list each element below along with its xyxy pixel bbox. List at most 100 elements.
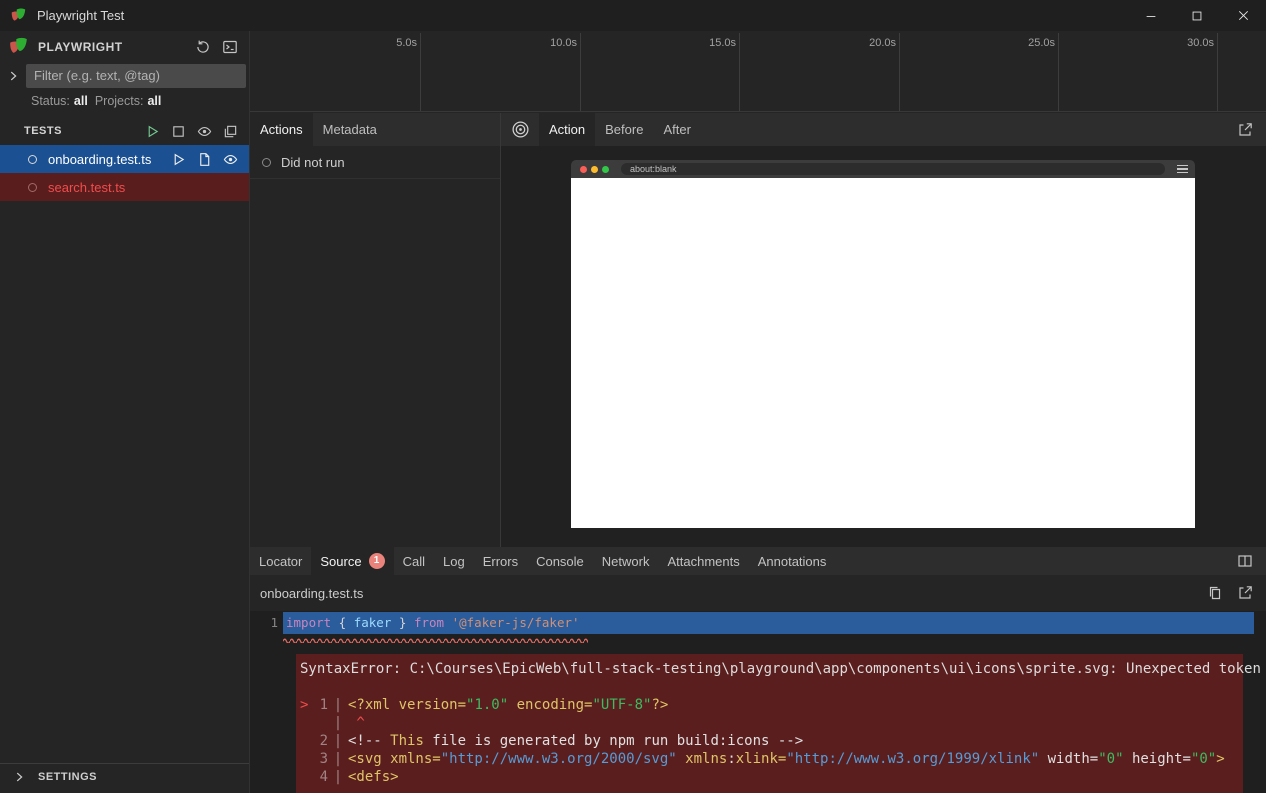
snapshot-panel: Action Before After about:blank xyxy=(500,113,1266,547)
stop-icon xyxy=(171,124,186,139)
close-icon xyxy=(1236,8,1251,23)
tab-log[interactable]: Log xyxy=(434,547,474,575)
error-squiggle-underline xyxy=(283,636,588,643)
test-file-row-search[interactable]: search.test.ts xyxy=(0,173,249,201)
window-controls xyxy=(1128,0,1266,31)
copy-icon xyxy=(1207,585,1223,601)
titlebar: Playwright Test xyxy=(0,0,1266,31)
details-tab-strip: Locator Source1 Call Log Errors Console … xyxy=(250,547,1266,575)
main-area: 5.0s 10.0s 15.0s 20.0s 25.0s 30.0s Actio… xyxy=(250,31,1266,793)
sidebar: PLAYWRIGHT Status:allProjects:all TESTS xyxy=(0,31,250,793)
split-columns-icon xyxy=(1237,553,1253,569)
toggle-layout-button[interactable] xyxy=(1236,552,1254,570)
filter-input[interactable] xyxy=(26,64,246,88)
watch-all-button[interactable] xyxy=(195,122,213,140)
tab-annotations[interactable]: Annotations xyxy=(749,547,836,575)
minimize-icon xyxy=(1144,9,1158,23)
external-link-icon xyxy=(1237,122,1253,138)
run-all-button[interactable] xyxy=(143,122,161,140)
error-frame-caret-line: | ^ xyxy=(300,714,1235,732)
file-icon xyxy=(197,152,212,167)
tab-call[interactable]: Call xyxy=(394,547,434,575)
timeline-gridline: 5.0s xyxy=(420,33,421,111)
source-filename: onboarding.test.ts xyxy=(260,586,363,601)
test-file-name: onboarding.test.ts xyxy=(48,152,151,167)
blank-page-content xyxy=(571,178,1195,528)
sidebar-header: PLAYWRIGHT xyxy=(0,31,249,62)
reload-tests-button[interactable] xyxy=(194,38,212,56)
settings-section-header[interactable]: SETTINGS xyxy=(0,763,249,790)
tab-before[interactable]: Before xyxy=(595,113,653,146)
terminal-icon xyxy=(222,39,238,55)
test-status-icon xyxy=(28,183,37,192)
snapshot-tab-strip: Action Before After xyxy=(501,113,1266,146)
timeline-gridline: 25.0s xyxy=(1058,33,1059,111)
timeline-tick-label: 25.0s xyxy=(1028,37,1055,49)
actions-tab-strip: Actions Metadata xyxy=(250,113,500,146)
source-code-view[interactable]: 1 import { faker } from '@faker-js/faker… xyxy=(250,611,1266,793)
tab-console[interactable]: Console xyxy=(527,547,593,575)
timeline-tick-label: 20.0s xyxy=(869,37,896,49)
sidebar-title: PLAYWRIGHT xyxy=(38,40,123,54)
minimize-button[interactable] xyxy=(1128,0,1174,31)
playwright-trace-viewer-window: Playwright Test PLAYWRIGHT xyxy=(0,0,1266,793)
stop-button[interactable] xyxy=(169,122,187,140)
open-snapshot-external-button[interactable] xyxy=(1236,121,1254,139)
actions-panel: Actions Metadata Did not run xyxy=(250,113,500,547)
eye-icon xyxy=(223,152,238,167)
traffic-light-yellow-icon xyxy=(591,166,598,173)
playwright-masks-icon xyxy=(8,36,29,57)
source-toolbar: onboarding.test.ts xyxy=(250,575,1266,611)
maximize-icon xyxy=(1190,9,1204,23)
error-frame-line: 2 | <!-- This file is generated by npm r… xyxy=(300,732,1235,750)
tab-metadata[interactable]: Metadata xyxy=(313,113,387,146)
timeline[interactable]: 5.0s 10.0s 15.0s 20.0s 25.0s 30.0s xyxy=(250,31,1266,112)
timeline-tick-label: 30.0s xyxy=(1187,37,1214,49)
tests-section-header: TESTS xyxy=(0,117,249,145)
browser-chrome: about:blank xyxy=(571,160,1195,178)
snapshot-viewport: about:blank xyxy=(501,146,1266,547)
tab-actions[interactable]: Actions xyxy=(250,113,313,146)
chevron-right-icon xyxy=(12,770,26,784)
tests-title: TESTS xyxy=(24,125,62,137)
tab-action[interactable]: Action xyxy=(539,113,595,146)
external-link-icon xyxy=(1237,585,1253,601)
show-source-button[interactable] xyxy=(195,150,213,168)
watch-test-button[interactable] xyxy=(221,150,239,168)
tab-network[interactable]: Network xyxy=(593,547,659,575)
projects-value[interactable]: all xyxy=(147,94,161,108)
play-icon xyxy=(171,152,186,167)
tab-after[interactable]: After xyxy=(653,113,700,146)
run-test-button[interactable] xyxy=(169,150,187,168)
collapse-all-button[interactable] xyxy=(221,122,239,140)
timeline-tick-label: 15.0s xyxy=(709,37,736,49)
status-value[interactable]: all xyxy=(74,94,88,108)
eye-icon xyxy=(197,124,212,139)
pick-locator-button[interactable] xyxy=(510,120,530,140)
open-source-external-button[interactable] xyxy=(1236,584,1254,602)
did-not-run-row[interactable]: Did not run xyxy=(250,146,500,179)
source-line-1: 1 import { faker } from '@faker-js/faker… xyxy=(250,612,1266,634)
collapse-all-icon xyxy=(223,124,238,139)
tab-attachments[interactable]: Attachments xyxy=(658,547,748,575)
copy-source-button[interactable] xyxy=(1206,584,1224,602)
tab-source[interactable]: Source1 xyxy=(311,547,393,575)
error-frame-line: > 1 | <?xml version="1.0" encoding="UTF-… xyxy=(300,696,1235,714)
terminal-output-button[interactable] xyxy=(221,38,239,56)
timeline-tick-label: 10.0s xyxy=(550,37,577,49)
tab-locator[interactable]: Locator xyxy=(250,547,311,575)
not-run-status-icon xyxy=(262,158,271,167)
maximize-button[interactable] xyxy=(1174,0,1220,31)
close-button[interactable] xyxy=(1220,0,1266,31)
window-title: Playwright Test xyxy=(37,8,124,23)
target-icon xyxy=(511,120,530,139)
timeline-gridline: 20.0s xyxy=(899,33,900,111)
filter-row xyxy=(0,62,249,89)
hamburger-menu-icon xyxy=(1177,165,1188,174)
timeline-gridline: 15.0s xyxy=(739,33,740,111)
highlighted-code-line: import { faker } from '@faker-js/faker' xyxy=(283,612,1254,634)
test-file-row-onboarding[interactable]: onboarding.test.ts xyxy=(0,145,249,173)
timeline-gridline: 10.0s xyxy=(580,33,581,111)
chevron-right-icon[interactable] xyxy=(6,69,20,83)
tab-errors[interactable]: Errors xyxy=(474,547,527,575)
